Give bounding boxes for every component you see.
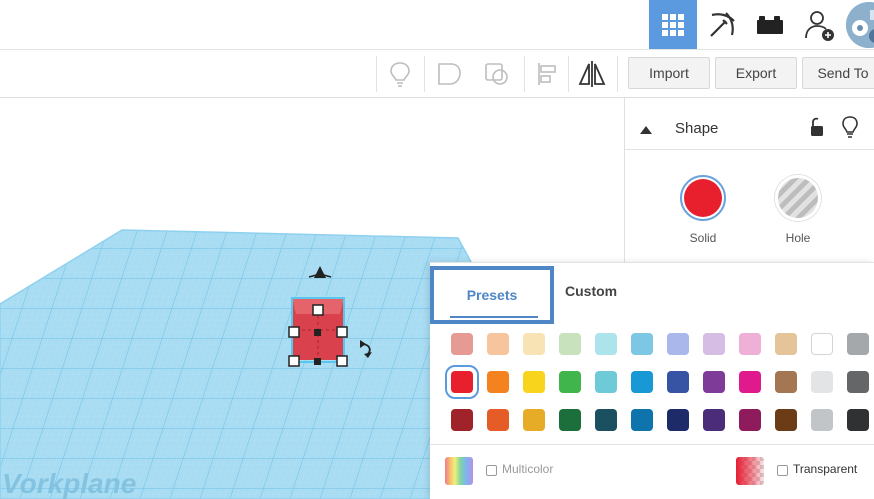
group-icon [438,63,461,85]
bricks-button[interactable] [746,0,794,50]
color-swatch[interactable] [775,333,797,355]
color-swatch[interactable] [739,409,761,431]
color-swatch[interactable] [631,371,653,393]
color-swatch[interactable] [523,409,545,431]
color-swatch[interactable] [487,333,509,355]
shape-panel-header: Shape [625,108,874,150]
color-swatch[interactable] [523,333,545,355]
light-bulb-button[interactable] [385,59,415,89]
pickaxe-button[interactable] [698,0,746,50]
color-swatch[interactable] [595,371,617,393]
color-swatch[interactable] [739,333,761,355]
transparent-label: Transparent [793,462,858,476]
color-swatch[interactable] [631,333,653,355]
color-swatch[interactable] [739,371,761,393]
color-swatch[interactable] [703,409,725,431]
tab-presets-label: Presets [466,287,518,303]
picker-divider [430,444,874,445]
bricks-icon [757,16,783,34]
hole-label: Hole [785,231,811,245]
color-swatch[interactable] [631,409,653,431]
solid-color-button[interactable] [680,175,726,221]
shape-panel-title: Shape [675,120,719,137]
collapse-caret-icon[interactable] [639,122,653,140]
toolbar-divider [524,56,525,92]
color-swatch[interactable] [811,371,833,393]
color-swatch[interactable] [451,409,473,431]
ungroup-button[interactable] [482,59,512,89]
color-picker-popup: Presets Custom Multicolor Transparent [430,262,874,499]
tab-custom[interactable]: Custom [565,283,617,299]
align-icon [538,63,556,85]
add-user-button[interactable] [796,0,844,50]
top-bar [0,0,874,50]
group-button[interactable] [434,59,464,89]
toolbar: Import Export Send To [0,50,874,98]
send-to-button[interactable]: Send To [802,57,874,89]
color-swatch[interactable] [559,409,581,431]
solid-swatch [684,179,722,217]
light-bulb-icon[interactable] [841,116,859,143]
color-swatch[interactable] [451,333,473,355]
export-button[interactable]: Export [715,57,797,89]
tinkercad-editor: Import Export Send To Vorkplane Shape So… [0,0,874,499]
toolbar-divider [376,56,377,92]
color-swatch[interactable] [559,371,581,393]
hole-button[interactable] [775,175,821,221]
color-swatch[interactable] [487,409,509,431]
color-swatch[interactable] [667,333,689,355]
avatar-image-icon [846,2,874,48]
multicolor-checkbox[interactable] [486,465,497,476]
active-tab-indicator [450,316,538,318]
mirror-icon [578,61,606,87]
workplane-label: Vorkplane [2,468,136,499]
color-swatch[interactable] [847,333,869,355]
color-swatch[interactable] [667,371,689,393]
transparent-checkbox[interactable] [777,465,788,476]
color-swatch[interactable] [775,409,797,431]
ungroup-icon [485,63,508,85]
shape-inspector-panel: Shape Solid Hole [624,98,874,268]
avatar[interactable] [846,2,874,48]
toolbar-divider [424,56,425,92]
color-swatch[interactable] [847,371,869,393]
color-swatch[interactable] [703,333,725,355]
transparent-icon[interactable] [736,457,764,485]
lock-icon[interactable] [809,117,825,142]
color-swatch[interactable] [559,333,581,355]
color-swatch[interactable] [667,409,689,431]
color-swatch[interactable] [523,371,545,393]
color-swatch[interactable] [775,371,797,393]
import-button[interactable]: Import [628,57,710,89]
toolbar-divider [568,56,569,92]
grid-view-icon [662,14,684,36]
color-swatch[interactable] [595,333,617,355]
multicolor-icon[interactable] [445,457,473,485]
align-button[interactable] [532,59,562,89]
color-swatch[interactable] [811,409,833,431]
pickaxe-icon [710,12,735,37]
color-swatch[interactable] [847,409,869,431]
color-swatch[interactable] [487,371,509,393]
add-user-icon [805,11,834,41]
toolbar-divider [617,56,618,92]
grid-view-button[interactable] [649,0,697,50]
tab-presets[interactable]: Presets [430,266,554,324]
solid-label: Solid [689,231,717,245]
color-swatch[interactable] [811,333,833,355]
light-bulb-icon [390,62,410,87]
mirror-button[interactable] [577,59,607,89]
color-swatch[interactable] [445,365,479,399]
color-swatch[interactable] [595,409,617,431]
multicolor-label: Multicolor [502,462,554,476]
color-swatch[interactable] [703,371,725,393]
